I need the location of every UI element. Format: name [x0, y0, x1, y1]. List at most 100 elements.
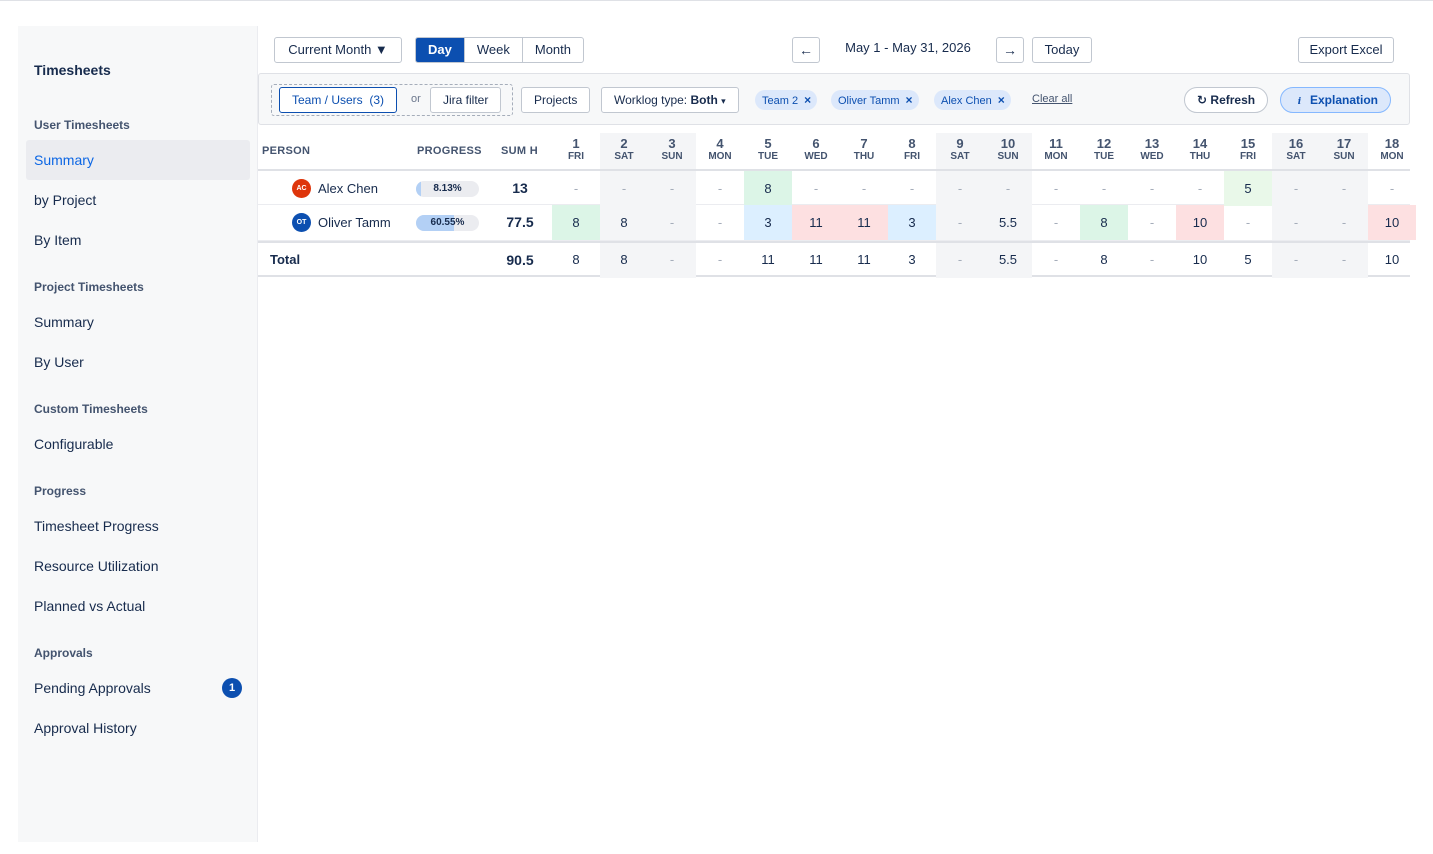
person-day-cell[interactable]: -	[1272, 205, 1320, 240]
day-number: 10	[1000, 136, 1016, 151]
projects-filter-button[interactable]: Projects	[521, 87, 591, 113]
person-day-cell[interactable]: -	[648, 171, 696, 206]
person-day-cell[interactable]: -	[936, 171, 984, 206]
person-day-cell[interactable]: 10	[1368, 205, 1416, 240]
caret-down-icon: ▾	[721, 96, 726, 106]
sidebar-item-approval-history[interactable]: Approval History	[26, 708, 250, 748]
person-day-cell[interactable]: -	[1080, 171, 1128, 206]
remove-chip-icon[interactable]: ×	[906, 90, 913, 110]
sidebar-item-planned-vs-actual[interactable]: Planned vs Actual	[26, 586, 250, 626]
header-progress: PROGRESS	[417, 145, 482, 157]
sidebar-item-timesheet-progress[interactable]: Timesheet Progress	[26, 506, 250, 546]
total-label: Total	[270, 252, 301, 267]
period-dropdown[interactable]: Current Month ▼	[274, 37, 402, 63]
today-button[interactable]: Today	[1032, 37, 1092, 63]
person-day-cell[interactable]: 8	[1080, 205, 1128, 240]
person-day-cell[interactable]: -	[1320, 205, 1368, 240]
person-day-cell[interactable]: -	[1368, 171, 1416, 206]
export-excel-button[interactable]: Export Excel	[1298, 37, 1394, 63]
arrow-left-icon: ←	[799, 42, 813, 58]
person-day-cell[interactable]: -	[696, 171, 744, 206]
arrow-right-icon: →	[1003, 42, 1017, 58]
view-month-button[interactable]: Month	[523, 38, 583, 62]
prev-period-button[interactable]: ←	[792, 37, 820, 63]
person-day-cell[interactable]: 11	[792, 205, 840, 240]
day-header-8: 8 FRI	[888, 133, 936, 169]
person-day-cell[interactable]: -	[1272, 171, 1320, 206]
remove-chip-icon[interactable]: ×	[804, 90, 811, 110]
person-day-cell[interactable]: 11	[840, 205, 888, 240]
day-header-7: 7 THU	[840, 133, 888, 169]
jira-filter-button[interactable]: Jira filter	[430, 87, 502, 113]
sum-hours: 77.5	[506, 214, 534, 230]
remove-chip-icon[interactable]: ×	[998, 90, 1005, 110]
person-day-cell[interactable]: 8	[600, 205, 648, 240]
clear-all-link[interactable]: Clear all	[1032, 93, 1072, 105]
section-progress: Progress	[34, 484, 87, 498]
person-day-cell[interactable]: -	[840, 171, 888, 206]
sidebar-item-project-summary[interactable]: Summary	[26, 302, 250, 342]
team-users-label: Team / Users	[292, 93, 363, 107]
worklog-type-dropdown[interactable]: Worklog type: Both ▾	[601, 87, 739, 113]
day-of-week: THU	[853, 151, 875, 162]
total-day-cell: -	[717, 252, 723, 267]
team-users-filter-button[interactable]: Team / Users (3)	[279, 87, 398, 113]
person-name[interactable]: Alex Chen	[318, 181, 378, 196]
person-day-cell[interactable]: 3	[888, 205, 936, 240]
total-day-cell: 8	[572, 252, 580, 267]
view-week-button[interactable]: Week	[465, 38, 523, 62]
sidebar-item-pending-approvals[interactable]: Pending Approvals 1	[26, 668, 250, 708]
sidebar-item-configurable[interactable]: Configurable	[26, 424, 250, 464]
day-number: 9	[956, 136, 964, 151]
person-day-cell[interactable]: -	[1032, 205, 1080, 240]
person-day-cell[interactable]: -	[984, 171, 1032, 206]
person-name[interactable]: Oliver Tamm	[318, 215, 391, 230]
person-day-cell[interactable]: -	[696, 205, 744, 240]
person-day-cell[interactable]: 8	[552, 205, 600, 240]
day-number: 18	[1384, 136, 1400, 151]
person-day-cell[interactable]: -	[1176, 171, 1224, 206]
person-day-cell[interactable]: -	[600, 171, 648, 206]
section-project-timesheets: Project Timesheets	[34, 280, 144, 294]
person-day-cell[interactable]: -	[1128, 171, 1176, 206]
next-period-button[interactable]: →	[996, 37, 1024, 63]
sidebar-item-by-item[interactable]: By Item	[26, 220, 250, 260]
day-of-week: SAT	[1286, 151, 1306, 162]
view-day-button[interactable]: Day	[416, 38, 465, 62]
person-day-cell[interactable]: 5	[1224, 171, 1272, 206]
person-day-cell[interactable]: -	[1128, 205, 1176, 240]
person-day-cell[interactable]: 3	[744, 205, 792, 240]
person-day-cell[interactable]: 5.5	[984, 205, 1032, 240]
person-day-cell[interactable]: -	[888, 171, 936, 206]
sidebar-item-by-user[interactable]: By User	[26, 342, 250, 382]
total-day-cell: 11	[809, 252, 823, 267]
person-day-cell[interactable]: -	[1320, 171, 1368, 206]
person-day-cell[interactable]: -	[648, 205, 696, 240]
person-day-cell[interactable]: -	[936, 205, 984, 240]
day-of-week: WED	[804, 151, 828, 162]
person-day-cell[interactable]: 8	[744, 171, 792, 206]
sidebar-item-by-project[interactable]: by Project	[26, 180, 250, 220]
explanation-button[interactable]: i Explanation	[1280, 87, 1392, 113]
person-day-cell[interactable]: -	[792, 171, 840, 206]
person-day-cell[interactable]: -	[552, 171, 600, 206]
team-users-count: (3)	[369, 93, 385, 107]
avatar: AC	[292, 179, 311, 198]
person-day-cell[interactable]: 10	[1176, 205, 1224, 240]
refresh-button[interactable]: ↻ Refresh	[1184, 87, 1269, 113]
day-header-11: 11 MON	[1032, 133, 1080, 169]
day-of-week: WED	[1140, 151, 1164, 162]
sidebar-item-resource-utilization[interactable]: Resource Utilization	[26, 546, 250, 586]
sidebar-item-label: Pending Approvals	[34, 680, 151, 696]
person-day-cell[interactable]: -	[1032, 171, 1080, 206]
header-sum: SUM H	[501, 145, 538, 157]
section-custom-timesheets: Custom Timesheets	[34, 402, 148, 416]
worklog-type-value: Both	[690, 93, 718, 107]
day-number: 14	[1192, 136, 1208, 151]
day-number: 16	[1288, 136, 1304, 151]
sidebar-item-user-summary[interactable]: Summary	[26, 140, 250, 180]
person-day-cell[interactable]: -	[1224, 205, 1272, 240]
day-header-14: 14 THU	[1176, 133, 1224, 169]
total-row: Total 90.5 8 8- -11 11 11 3-5.5-8-10 5- -10	[258, 241, 1410, 278]
day-header-3: 3 SUN	[648, 133, 696, 169]
